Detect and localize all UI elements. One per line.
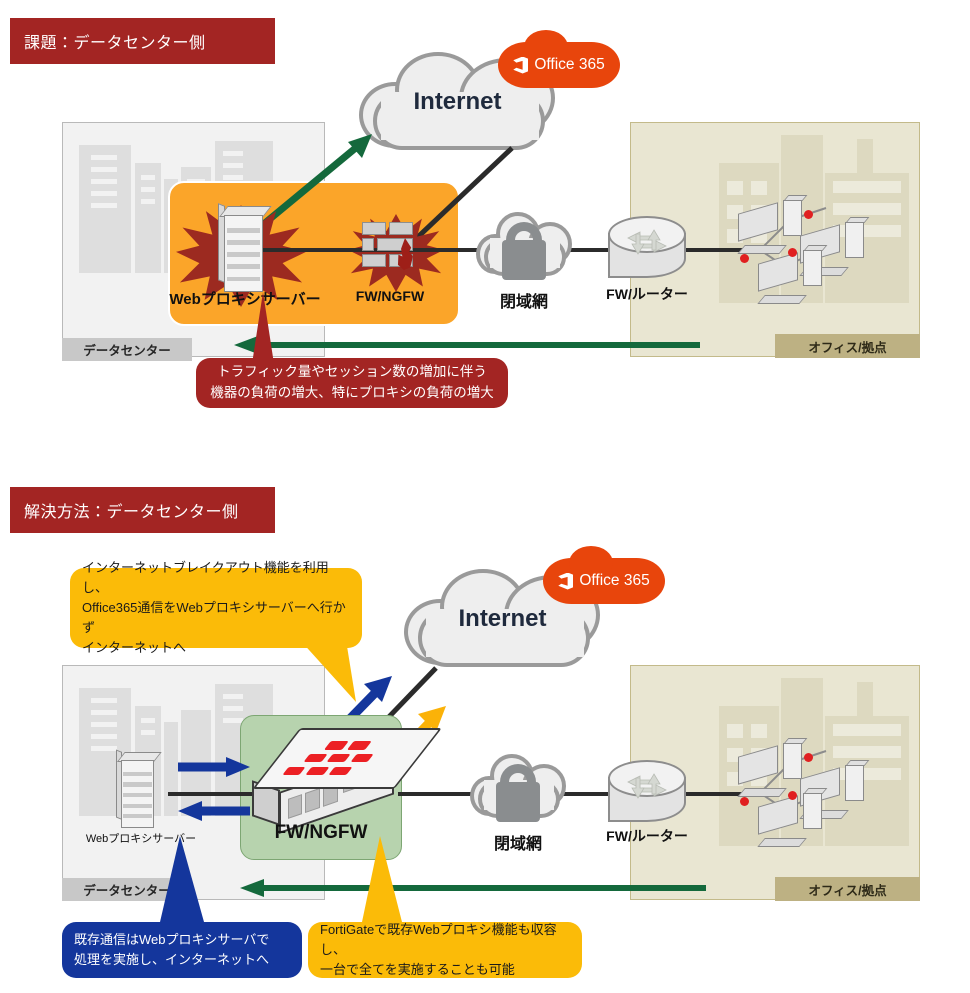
solution-workstation xyxy=(756,788,828,847)
problem-workstation xyxy=(736,195,808,254)
building-window xyxy=(727,181,743,195)
callout-line: 一台で全てを実施することも可能 xyxy=(320,962,515,978)
problem-datacenter-label: データセンター xyxy=(62,338,192,361)
problem-callout-tail xyxy=(252,292,274,364)
building-window xyxy=(91,203,117,208)
building-window xyxy=(91,191,117,196)
callout-line: 処理を実施し、インターネットへ xyxy=(74,952,270,967)
building-silhouette xyxy=(857,139,873,179)
internet-label: Internet xyxy=(458,605,547,632)
callout-line: 既存通信はWebプロキシサーバで xyxy=(74,931,270,947)
solution-fortigate-callout: FortiGateで既存Webプロキシ機能も収容し、 一台で全てを実施することも… xyxy=(308,922,582,978)
zone-label-text: データセンター xyxy=(83,344,171,358)
solution-office365-badge: Office 365 xyxy=(543,546,665,604)
connection-dot xyxy=(740,797,749,806)
fortigate-appliance-icon xyxy=(252,728,443,834)
problem-workstation xyxy=(756,245,828,304)
problem-fw-ngfw-label: FW/NGFW xyxy=(355,288,425,304)
office-logo-icon xyxy=(513,56,529,74)
callout-line: Office365通信をWebプロキシサーバーへ行かず xyxy=(82,599,346,636)
callout-line: 機器の負荷の増大、特にプロキシの負荷の増大 xyxy=(210,385,494,400)
building-silhouette xyxy=(164,722,178,816)
building-window xyxy=(223,718,243,723)
building-window xyxy=(91,698,117,703)
solution-closed-network-label: 閉域網 xyxy=(493,836,542,853)
building-silhouette xyxy=(79,145,131,273)
building-window xyxy=(141,187,155,192)
building-window xyxy=(91,746,117,751)
connection-dot xyxy=(804,753,813,762)
solution-breakout-callout: インターネットブレイクアウト機能を利用し、 Office365通信をWebプロキ… xyxy=(70,560,362,655)
solution-link-line xyxy=(168,792,258,796)
building-silhouette xyxy=(857,682,873,722)
problem-callout: トラフィック量やセッション数の増加に伴う 機器の負荷の増大、特にプロキシの負荷の… xyxy=(196,358,508,408)
zone-label-text: オフィス/拠点 xyxy=(808,340,887,355)
solution-existing-callout-tail xyxy=(160,836,204,922)
solution-proxy-to-fortigate-arrow xyxy=(178,757,250,777)
zone-label-text: オフィス/拠点 xyxy=(808,883,887,898)
office365-label: Office 365 xyxy=(579,572,650,589)
building-window xyxy=(91,179,117,184)
building-window xyxy=(141,730,155,735)
solution-return-traffic-arrow xyxy=(240,879,706,897)
problem-office-label: オフィス/拠点 xyxy=(775,334,920,358)
problem-web-proxy-label: Webプロキシサーバー xyxy=(169,291,321,308)
callout-line: トラフィック量やセッション数の増加に伴う xyxy=(217,364,487,380)
connection-dot xyxy=(804,210,813,219)
solution-fortigate-to-proxy-arrow xyxy=(178,801,250,821)
problem-banner-label: 課題：データセンター側 xyxy=(24,35,206,52)
solution-breakout-callout-tail xyxy=(300,640,356,702)
building-window xyxy=(91,167,117,172)
solution-office-label: オフィス/拠点 xyxy=(775,877,920,901)
building-window xyxy=(91,155,117,160)
office-logo-icon xyxy=(558,572,574,590)
building-window xyxy=(223,694,243,699)
padlock-body-icon xyxy=(502,240,546,280)
connection-dot xyxy=(788,791,797,800)
connection-dot xyxy=(740,254,749,263)
padlock-body-icon xyxy=(496,782,540,822)
solution-web-proxy-server-icon xyxy=(116,749,162,828)
problem-closed-network-label: 閉域網 xyxy=(499,294,548,311)
internet-label: Internet xyxy=(413,88,502,115)
building-window xyxy=(727,724,743,738)
connection-dot xyxy=(788,248,797,257)
problem-section-banner: 課題：データセンター側 xyxy=(10,18,275,64)
callout-line: インターネットブレイクアウト機能を利用し、 xyxy=(82,559,329,595)
problem-return-traffic-arrow xyxy=(234,336,700,354)
solution-banner-label: 解決方法：データセンター側 xyxy=(24,504,239,521)
solution-link-line xyxy=(398,792,472,796)
problem-web-proxy-server-icon xyxy=(218,203,272,292)
solution-existing-traffic-callout: 既存通信はWebプロキシサーバで 処理を実施し、インターネットへ xyxy=(62,922,302,978)
building-window xyxy=(141,199,155,204)
office365-label: Office 365 xyxy=(534,56,605,73)
solution-section-banner: 解決方法：データセンター側 xyxy=(10,487,275,533)
building-window xyxy=(91,722,117,727)
problem-fw-router-label: FW/ルーター xyxy=(606,286,688,302)
solution-fw-router-label: FW/ルーター xyxy=(606,828,688,844)
solution-workstation xyxy=(736,738,808,797)
building-window xyxy=(91,734,117,739)
building-window xyxy=(223,706,243,711)
building-window xyxy=(141,175,155,180)
building-window xyxy=(91,710,117,715)
problem-office365-badge: Office 365 xyxy=(498,30,620,88)
solution-fw-router-icon xyxy=(608,760,686,822)
problem-fw-ngfw-icon xyxy=(362,222,414,274)
problem-fw-router-icon xyxy=(608,216,686,278)
solution-fortigate-callout-tail xyxy=(362,836,402,922)
building-window xyxy=(141,718,155,723)
